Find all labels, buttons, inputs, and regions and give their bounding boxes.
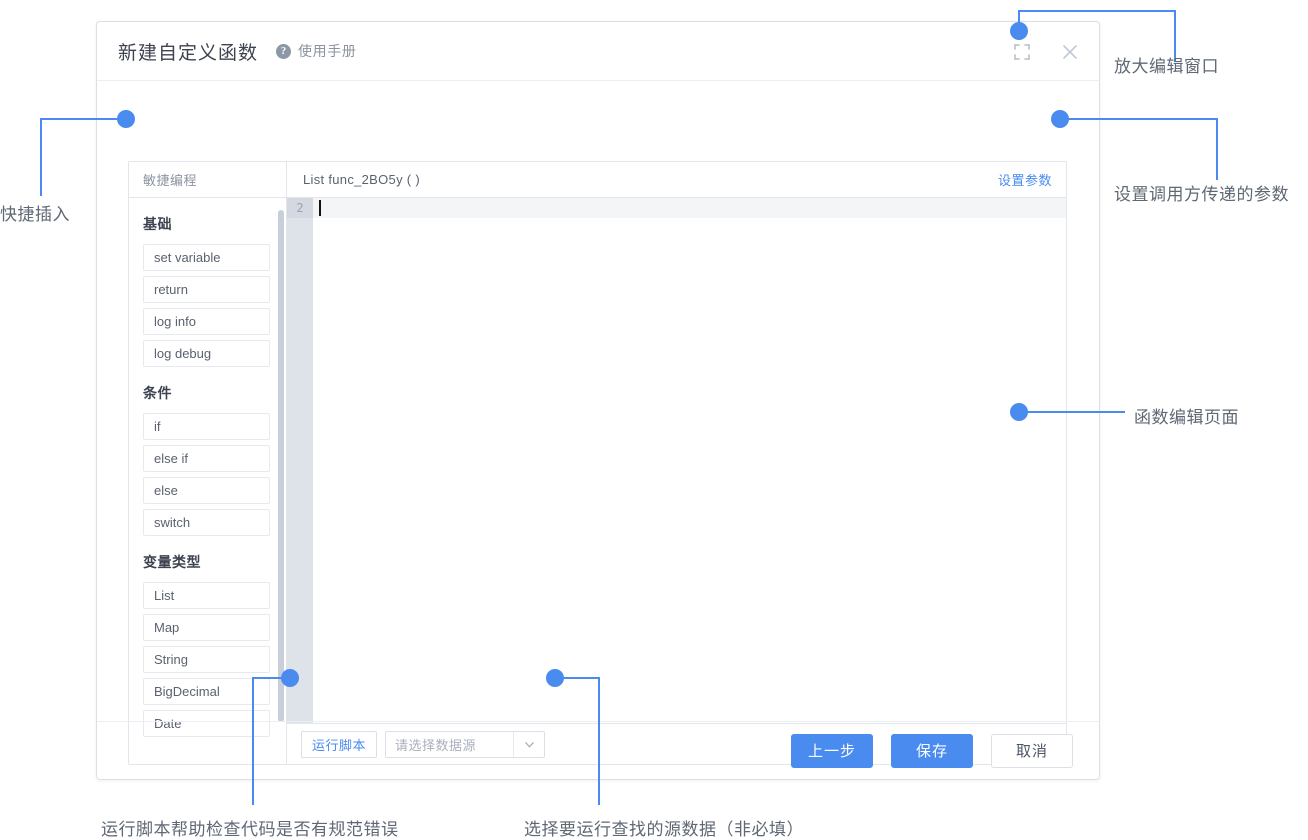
annotation-line-params-v: [1216, 118, 1218, 180]
snippet-item[interactable]: else: [143, 477, 270, 504]
annotation-label-ds: 选择要运行查找的源数据（非必填）: [524, 820, 804, 839]
annotation-label-expand: 放大编辑窗口: [1114, 57, 1219, 76]
snippet-item[interactable]: List: [143, 582, 270, 609]
annotation-label-params: 设置调用方传递的参数: [1114, 185, 1289, 204]
page-title: 新建自定义函数: [118, 42, 259, 64]
prev-step-button[interactable]: 上一步: [791, 733, 873, 768]
annotation-line-expand-v2: [1174, 10, 1176, 62]
code-area-wrapper: 2: [287, 198, 1066, 723]
save-button[interactable]: 保存: [891, 733, 973, 768]
active-line-highlight: [313, 198, 1066, 218]
user-manual-label: 使用手册: [298, 43, 357, 59]
snippet-item[interactable]: BigDecimal: [143, 678, 270, 705]
snippet-item[interactable]: else if: [143, 445, 270, 472]
code-input[interactable]: [313, 198, 1066, 723]
editor-header: List func_2BO5y ( ) 设置参数: [287, 162, 1066, 198]
cancel-button[interactable]: 取消: [991, 733, 1073, 768]
line-number: 2: [287, 198, 313, 218]
snippet-group-title: 基础: [143, 216, 172, 232]
close-icon[interactable]: [1059, 41, 1081, 63]
snippet-item[interactable]: switch: [143, 509, 270, 536]
question-circle-icon: ?: [276, 43, 292, 59]
dialog-header: 新建自定义函数 ? 使用手册: [97, 22, 1099, 81]
snippet-group-title: 条件: [143, 385, 172, 401]
snippet-item[interactable]: if: [143, 413, 270, 440]
dialog-header-actions: [1011, 22, 1081, 81]
snippet-sidebar: 敏捷编程 基础 set variable return log info log deb…: [129, 162, 287, 764]
user-manual-link[interactable]: ? 使用手册: [276, 41, 356, 61]
annotation-line-quick-insert-v: [40, 118, 42, 196]
code-editor-panel: List func_2BO5y ( ) 设置参数 2 运行脚本 请选择数据源: [287, 162, 1066, 764]
snippet-item[interactable]: log info: [143, 308, 270, 335]
new-custom-function-dialog: 新建自定义函数 ? 使用手册 敏捷编程 基础set variableretu: [96, 21, 1100, 780]
fullscreen-expand-icon[interactable]: [1011, 41, 1033, 63]
dialog-footer: 上一步 保存 取消: [97, 721, 1099, 779]
annotation-line-expand-h: [1018, 10, 1176, 12]
snippet-item[interactable]: String: [143, 646, 270, 673]
sidebar-scrollbar[interactable]: [278, 210, 284, 722]
sidebar-header: 敏捷编程: [129, 162, 286, 198]
sidebar-scroll-area[interactable]: 基础 set variable return log info log debug 条件 i…: [129, 198, 286, 764]
set-parameters-link[interactable]: 设置参数: [998, 170, 1052, 189]
dialog-body: 敏捷编程 基础 set variable return log info log deb…: [97, 81, 1099, 765]
annotation-label-quick-insert: 快捷插入: [0, 205, 70, 224]
function-workarea: 敏捷编程 基础 set variable return log info log deb…: [128, 161, 1067, 765]
function-signature: List func_2BO5y ( ): [303, 172, 420, 187]
snippet-item[interactable]: return: [143, 276, 270, 303]
text-caret: [319, 200, 321, 216]
annotation-label-editor: 函数编辑页面: [1134, 408, 1239, 427]
snippet-item[interactable]: set variable: [143, 244, 270, 271]
editor-gutter: 2: [287, 198, 313, 723]
snippet-group-title: 变量类型: [143, 554, 201, 570]
snippet-item[interactable]: Map: [143, 614, 270, 641]
snippet-item[interactable]: log debug: [143, 340, 270, 367]
annotation-label-run: 运行脚本帮助检查代码是否有规范错误: [101, 820, 399, 839]
